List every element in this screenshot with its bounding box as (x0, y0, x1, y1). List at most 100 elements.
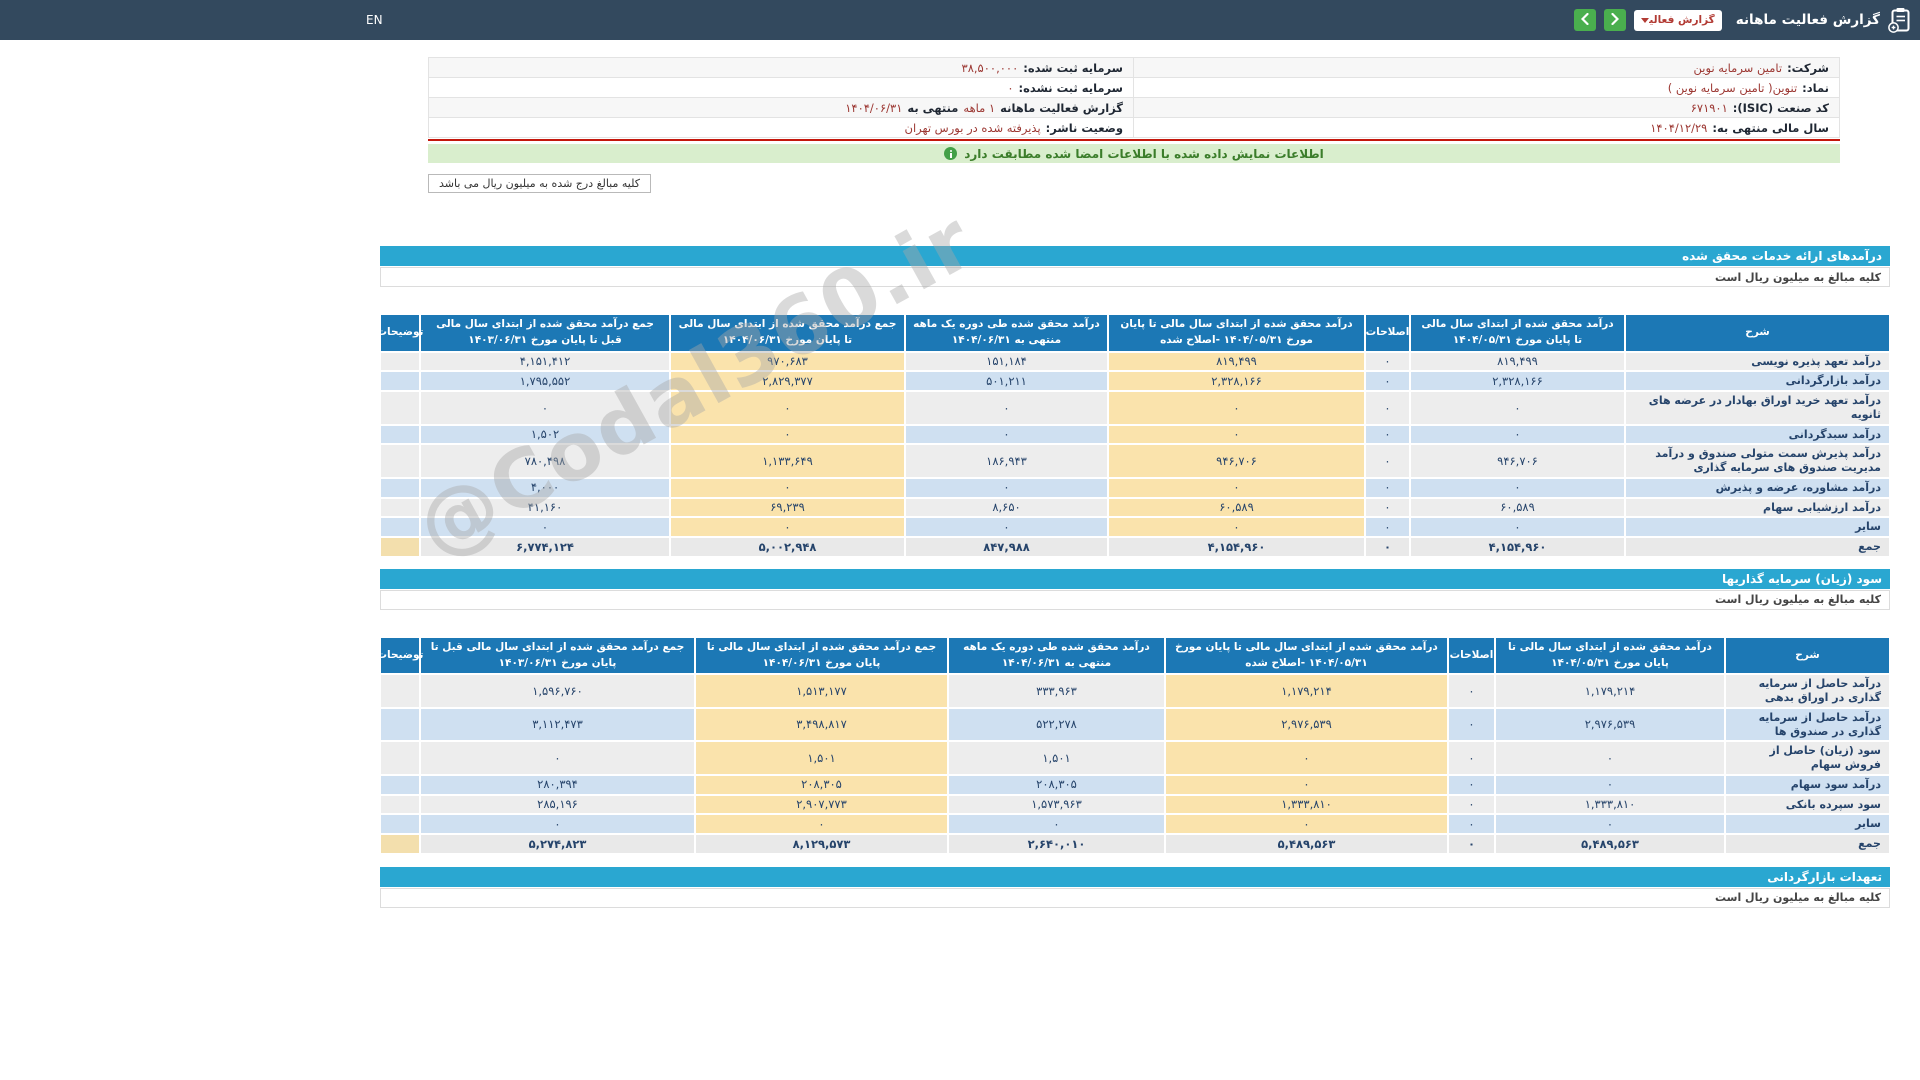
value-cell: ۱,۵۰۱ (695, 741, 948, 775)
report-type-select[interactable]: گزارش فعالیت م (1633, 9, 1722, 31)
previous-report-button[interactable] (1573, 9, 1596, 31)
value-cell: ۲۰۸,۳۰۵ (695, 774, 948, 795)
table-row: سود سپرده بانکی ۱,۳۳۳,۸۱۰ ۰ ۱,۳۳۳,۸۱۰ ۱,۵۷۳,… (380, 794, 1890, 815)
chevron-left-icon (1580, 12, 1589, 28)
value-cell: ۱,۳۳۳,۸۱۰ (1495, 794, 1725, 815)
table-row: جمع ۵,۴۸۹,۵۶۳ ۰ ۵,۴۸۹,۵۶۳ ۲,۶۴۰,۰۱۰ ۸,۱۲۹,۵۷۳… (380, 834, 1890, 854)
value-cell: ۱,۱۷۹,۲۱۴ (1165, 674, 1448, 708)
value-cell: ۰ (1448, 814, 1495, 834)
row-label-cell: سود سپرده بانکی (1725, 794, 1890, 815)
remarks-cell (380, 774, 420, 795)
row-label-cell: درآمد مشاوره، عرضه و پذیرش (1625, 477, 1890, 498)
language-toggle[interactable]: EN (366, 13, 383, 27)
value-cell: ۰ (1108, 391, 1365, 425)
value-cell: ۰ (1448, 774, 1495, 795)
value-cell: ۵,۴۸۹,۵۶۳ (1495, 834, 1725, 854)
value-cell: ۲,۹۰۷,۷۷۳ (695, 794, 948, 815)
section-title-investment-pl: سود (زیان) سرمایه گذاریها (380, 568, 1890, 589)
column-header: اصلاحات (1448, 636, 1495, 675)
value-cell: ۰ (905, 477, 1108, 498)
value-cell: ۱۸۶,۹۴۳ (905, 444, 1108, 478)
value-cell: ۰ (905, 391, 1108, 425)
value-cell: ۰ (420, 814, 695, 834)
value-cell: ۸۱۹,۴۹۹ (1108, 351, 1365, 372)
row-label-cell: درآمد سود سهام (1725, 774, 1890, 795)
column-header: جمع درآمد محقق شده از ابتدای سال مالی قب… (420, 314, 670, 352)
row-label-cell: سایر (1625, 517, 1890, 537)
section-market-making: تعهدات بازارگردانی کلیه مبالغ به میلیون … (380, 866, 1890, 908)
table-row: درآمد بازارگردانی ۲,۳۲۸,۱۶۶ ۰ ۲,۳۲۸,۱۶۶ ۵۰۱,… (380, 371, 1890, 391)
remarks-cell (380, 444, 420, 478)
value-cell: ۰ (1495, 774, 1725, 795)
topbar-group: گزارش فعالیت ماهانه گزارش فعالیت م (1573, 7, 1912, 33)
value-cell: ۰ (1365, 351, 1410, 372)
remarks-cell (380, 517, 420, 537)
value-cell: ۰ (1365, 497, 1410, 518)
company-info-wrap: شرکت: تامین سرمایه نوین سرمایه ثبت شده: … (428, 57, 1840, 193)
value-cell: ۵۲۲,۲۷۸ (948, 707, 1165, 742)
table-row: درآمد پذیرش سمت متولی صندوق و درآمد مدیر… (380, 444, 1890, 478)
signature-match-text: اطلاعات نمایش داده شده با اطلاعات امضا ش… (964, 146, 1324, 161)
info-cell-fiscal-year: سال مالی منتهی به: ۱۴۰۴/۱۲/۲۹ (1134, 118, 1839, 137)
value-cell: ۰ (670, 391, 905, 425)
value-cell: ۴۱,۱۶۰ (420, 497, 670, 518)
value-cell: ۵,۴۸۹,۵۶۳ (1165, 834, 1448, 854)
value-cell: ۱۵۱,۱۸۴ (905, 351, 1108, 372)
column-header: جمع درآمد محقق شده از ابتدای سال مالی تا… (670, 314, 905, 352)
value-cell: ۰ (905, 424, 1108, 445)
value-cell: ۱,۳۳۳,۸۱۰ (1165, 794, 1448, 815)
value-cell: ۵,۰۰۲,۹۴۸ (670, 537, 905, 557)
value-cell: ۸,۶۵۰ (905, 497, 1108, 518)
value-cell: ۹۴۶,۷۰۶ (1410, 444, 1625, 478)
value-cell: ۱,۵۹۶,۷۶۰ (420, 674, 695, 708)
symbol-label: نماد: (1802, 80, 1829, 95)
value-cell: ۴,۰۰۰ (420, 477, 670, 498)
value-cell: ۱,۵۰۲ (420, 424, 670, 445)
value-cell: ۰ (670, 424, 905, 445)
isic-value: ۶۷۱۹۰۱ (1690, 100, 1728, 115)
value-cell: ۰ (1165, 814, 1448, 834)
value-cell: ۵,۲۷۴,۸۲۳ (420, 834, 695, 854)
row-label-cell: درآمد تعهد خرید اوراق بهادار در عرضه های… (1625, 391, 1890, 425)
column-header: توضیحات (376, 314, 424, 352)
company-value: تامین سرمایه نوین (1693, 60, 1783, 75)
value-cell: ۰ (905, 517, 1108, 537)
symbol-value: تنوین( تامین سرمایه نوین ) (1667, 80, 1798, 95)
remarks-cell (380, 477, 420, 498)
value-cell: ۰ (1108, 424, 1365, 445)
isic-label: کد صنعت (ISIC): (1732, 100, 1829, 115)
chevron-down-icon (1640, 17, 1649, 23)
next-report-button[interactable] (1603, 9, 1626, 31)
value-cell: ۰ (948, 814, 1165, 834)
remarks-cell (380, 834, 420, 854)
amounts-note-row: کلیه مبالغ درج شده به میلیون ریال می باش… (428, 172, 1840, 193)
value-cell: ۰ (1365, 371, 1410, 391)
remarks-cell (380, 351, 420, 372)
value-cell: ۳,۱۱۲,۴۷۳ (420, 707, 695, 742)
report-body: درآمدهای ارائه خدمات محقق شده کلیه مبالغ… (376, 246, 1890, 908)
value-cell: ۲,۹۷۶,۵۳۹ (1495, 707, 1725, 742)
row-label-cell: جمع (1625, 537, 1890, 557)
remarks-cell (380, 674, 420, 708)
section-title-market-making: تعهدات بازارگردانی (380, 866, 1890, 887)
value-cell: ۲,۹۷۶,۵۳۹ (1165, 707, 1448, 742)
row-label-cell: درآمد پذیرش سمت متولی صندوق و درآمد مدیر… (1625, 444, 1890, 478)
row-label-cell: درآمد حاصل از سرمایه گذاری در صندوق ها (1725, 707, 1890, 742)
column-header: درآمد محقق شده از ابتدای سال مالی تا پای… (1165, 636, 1448, 675)
remarks-cell (380, 537, 420, 557)
value-cell: ۰ (670, 477, 905, 498)
info-cell-report-period: گزارش فعالیت ماهانه ۱ ماهه منتهی به ۱۴۰۴… (429, 98, 1134, 117)
page-title: گزارش فعالیت ماهانه (1735, 12, 1880, 28)
value-cell: ۲,۳۲۸,۱۶۶ (1108, 371, 1365, 391)
remarks-cell (380, 814, 420, 834)
issuer-status-label: وضعیت ناشر: (1045, 120, 1123, 135)
signature-match-banner: اطلاعات نمایش داده شده با اطلاعات امضا ش… (428, 144, 1840, 163)
remarks-cell (380, 741, 420, 775)
row-label-cell: درآمد بازارگردانی (1625, 371, 1890, 391)
service-income-table: شرح درآمد محقق شده از ابتدای سال مالی تا … (376, 314, 1890, 557)
table-row: درآمد مشاوره، عرضه و پذیرش ۰ ۰ ۰ ۰ ۰ ۴,۰۰۰ (380, 477, 1890, 498)
value-cell: ۸۴۷,۹۸۸ (905, 537, 1108, 557)
value-cell: ۰ (1495, 814, 1725, 834)
value-cell: ۰ (1410, 391, 1625, 425)
report-period-label: گزارش فعالیت ماهانه (1000, 100, 1123, 115)
